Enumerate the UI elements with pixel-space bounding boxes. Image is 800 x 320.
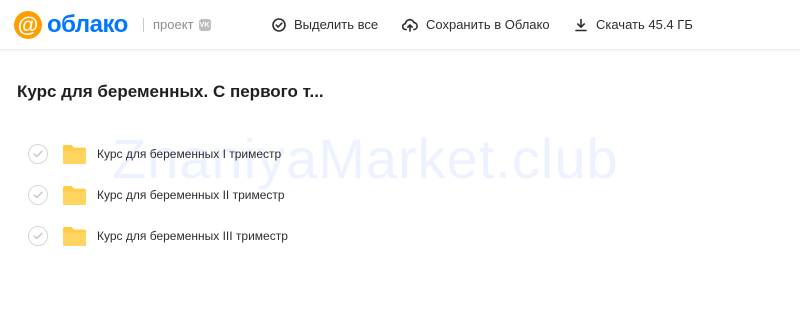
folder-icon <box>63 226 86 246</box>
save-to-cloud-button[interactable]: Сохранить в Облако <box>402 15 550 35</box>
select-all-button[interactable]: Выделить все <box>272 15 378 35</box>
vk-badge-icon: VK <box>198 19 211 31</box>
check-circle-icon <box>272 18 286 32</box>
list-item[interactable]: Курс для беременных III триместр <box>0 218 800 254</box>
app-header: @ облако проект VK Выделить все Сохранит… <box>0 0 800 50</box>
check-icon <box>33 191 43 199</box>
cloud-logo[interactable]: @ облако <box>14 11 128 39</box>
download-label: Скачать 45.4 ГБ <box>596 17 693 32</box>
save-to-cloud-label: Сохранить в Облако <box>426 17 550 32</box>
check-icon <box>33 150 43 158</box>
download-icon <box>575 18 587 32</box>
project-label: проект <box>153 17 194 32</box>
select-checkbox[interactable] <box>28 185 48 205</box>
cloud-upload-icon <box>402 18 418 32</box>
select-checkbox[interactable] <box>28 144 48 164</box>
header-divider <box>143 18 144 32</box>
list-item[interactable]: Курс для беременных II триместр <box>0 177 800 213</box>
folder-icon <box>63 144 86 164</box>
file-name: Курс для беременных I триместр <box>97 147 282 161</box>
check-icon <box>33 232 43 240</box>
at-logo-icon: @ <box>14 11 42 39</box>
select-all-label: Выделить все <box>294 17 379 32</box>
list-item[interactable]: Курс для беременных I триместр <box>0 136 800 172</box>
vk-project-link[interactable]: проект VK <box>153 16 211 34</box>
logo-text: облако <box>47 11 128 38</box>
file-name: Курс для беременных III триместр <box>97 229 288 243</box>
download-button[interactable]: Скачать 45.4 ГБ <box>574 15 693 35</box>
folder-icon <box>63 185 86 205</box>
page-title: Курс для беременных. С первого т... <box>17 82 324 101</box>
file-name: Курс для беременных II триместр <box>97 188 285 202</box>
select-checkbox[interactable] <box>28 226 48 246</box>
